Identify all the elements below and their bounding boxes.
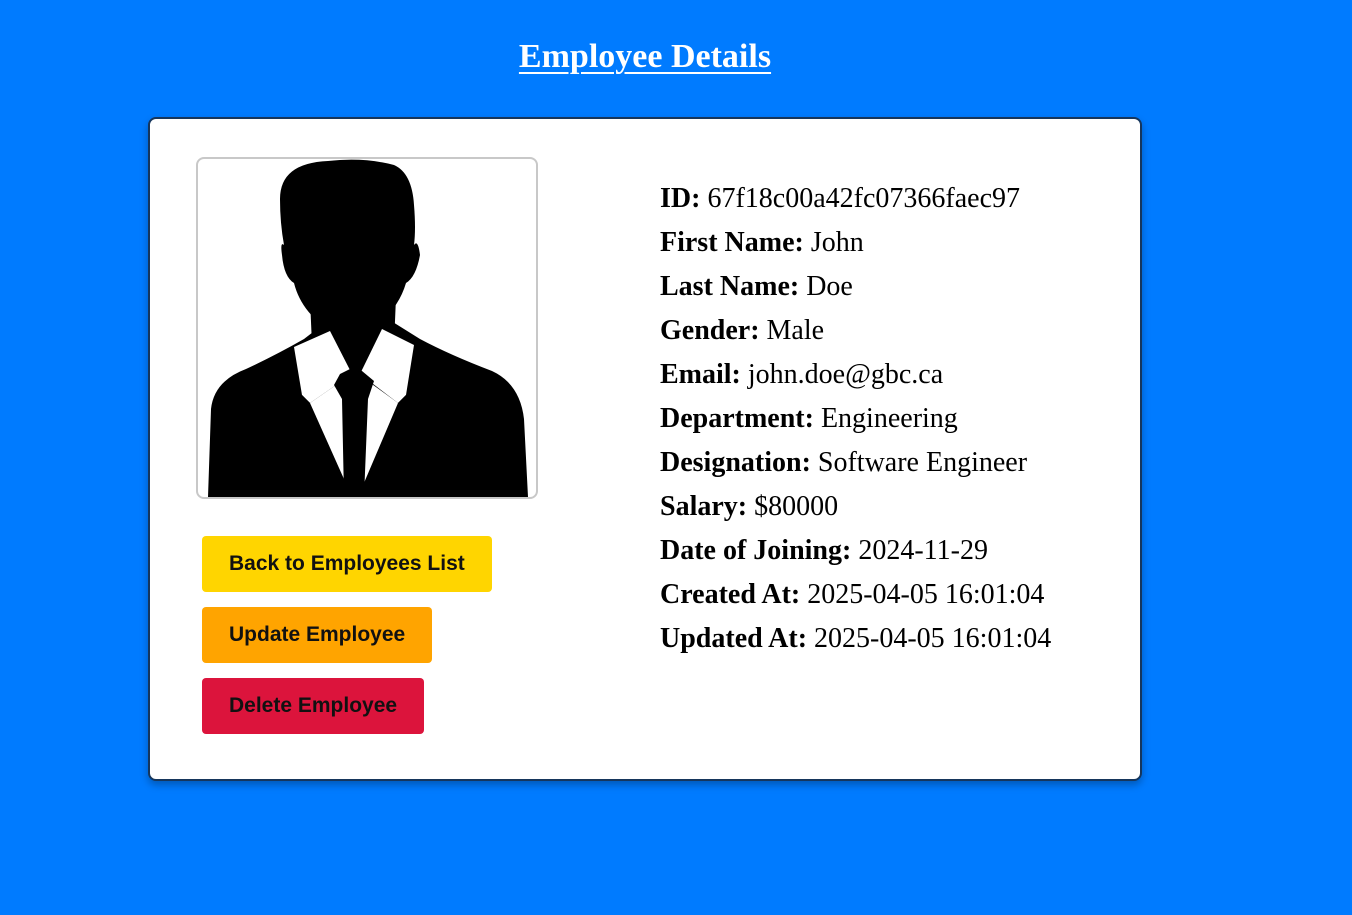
employee-card: Back to Employees List Update Employee D… <box>148 117 1142 781</box>
detail-label: Salary: <box>660 491 748 522</box>
detail-date-of-joining: Date of Joining: 2024-11-29 <box>660 529 1051 573</box>
detail-value: john.doe@gbc.ca <box>747 359 944 390</box>
detail-email: Email: john.doe@gbc.ca <box>660 353 1051 397</box>
update-employee-button[interactable]: Update Employee <box>202 607 433 663</box>
detail-value: 2024-11-29 <box>858 535 988 566</box>
person-silhouette-icon <box>208 159 528 497</box>
detail-value: 2025-04-05 16:01:04 <box>814 623 1052 654</box>
detail-label: Gender: <box>660 315 760 346</box>
detail-label: Designation: <box>660 447 811 478</box>
detail-value: Male <box>766 315 825 346</box>
detail-created-at: Created At: 2025-04-05 16:01:04 <box>660 573 1051 617</box>
detail-label: Email: <box>660 359 741 390</box>
detail-department: Department: Engineering <box>660 397 1051 441</box>
detail-salary: Salary: $80000 <box>660 485 1051 529</box>
detail-last-name: Last Name: Doe <box>660 265 1051 309</box>
page-title: Employee Details <box>518 38 772 75</box>
detail-id: ID: 67f18c00a42fc07366faec97 <box>660 177 1051 221</box>
employee-photo <box>196 157 538 499</box>
detail-value: $80000 <box>754 491 839 522</box>
detail-label: First Name: <box>660 227 804 258</box>
detail-label: Last Name: <box>660 271 800 302</box>
detail-label: Date of Joining: <box>660 535 852 566</box>
detail-value: 2025-04-05 16:01:04 <box>807 579 1045 610</box>
detail-value: Engineering <box>820 403 958 434</box>
detail-designation: Designation: Software Engineer <box>660 441 1051 485</box>
detail-gender: Gender: Male <box>660 309 1051 353</box>
detail-value: 67f18c00a42fc07366faec97 <box>707 183 1020 214</box>
delete-employee-button[interactable]: Delete Employee <box>202 678 425 734</box>
detail-value: Doe <box>806 271 853 302</box>
detail-label: ID: <box>660 183 701 214</box>
back-to-list-button[interactable]: Back to Employees List <box>202 536 492 592</box>
detail-label: Updated At: <box>660 623 808 654</box>
detail-label: Created At: <box>660 579 801 610</box>
detail-label: Department: <box>660 403 814 434</box>
detail-first-name: First Name: John <box>660 221 1051 265</box>
employee-details: ID: 67f18c00a42fc07366faec97 First Name:… <box>660 177 1051 661</box>
detail-value: John <box>810 227 864 258</box>
detail-updated-at: Updated At: 2025-04-05 16:01:04 <box>660 617 1051 661</box>
detail-value: Software Engineer <box>817 447 1028 478</box>
